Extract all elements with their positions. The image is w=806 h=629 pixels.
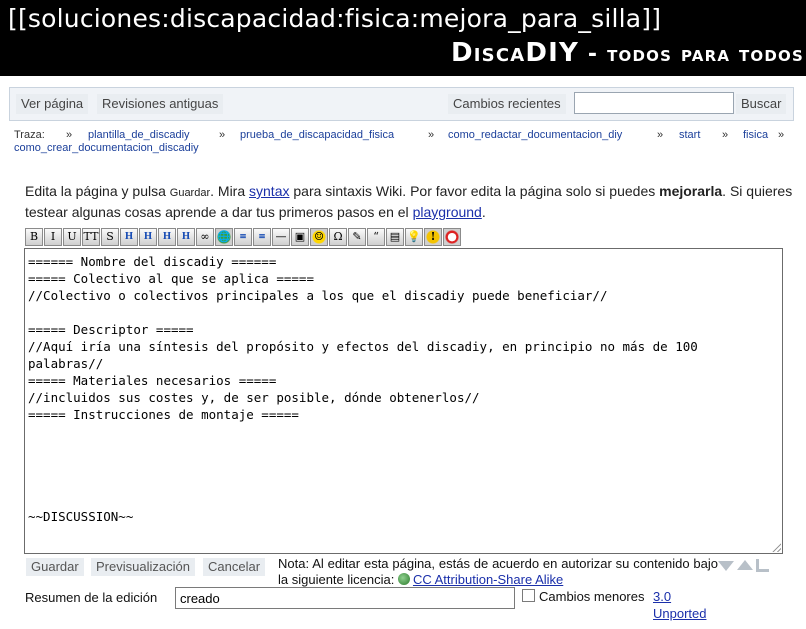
breadcrumb-item[interactable]: plantilla_de_discadiy: [88, 129, 190, 141]
search-button[interactable]: Buscar: [736, 94, 787, 114]
heading-lower-level-icon[interactable]: H: [139, 228, 157, 246]
edit-intro: Edita la página y pulsa Guardar. Mira sy…: [25, 182, 795, 222]
summary-label: Resumen de la edición: [25, 590, 158, 605]
special-chars-icon[interactable]: Ω: [329, 228, 347, 246]
intro-bold-text: mejorarla: [659, 183, 723, 199]
intro-save-keyword: Guardar: [169, 187, 211, 199]
breadcrumb-separator: »: [428, 129, 435, 141]
heading-same-level-icon[interactable]: H: [120, 228, 138, 246]
site-title[interactable]: DiscaDIY - todos para todos: [451, 36, 804, 72]
resize-handle-icon[interactable]: [772, 543, 781, 552]
site-title-main: DiscaDIY: [450, 38, 580, 68]
quote-icon[interactable]: “: [367, 228, 385, 246]
external-link-icon[interactable]: 🌐: [215, 228, 233, 246]
image-icon[interactable]: ▣: [291, 228, 309, 246]
license-note: Nota: Al editar esta página, estás de ac…: [278, 556, 718, 588]
intro-text: para sintaxis Wiki. Por favor edita la p…: [289, 183, 660, 199]
view-page-button[interactable]: Ver página: [16, 94, 89, 114]
tip-icon[interactable]: 💡: [405, 228, 423, 246]
textarea-size-controls: [718, 558, 772, 577]
edit-summary-input[interactable]: [175, 587, 515, 609]
cc-license-icon: [397, 573, 410, 585]
save-button[interactable]: Guardar: [26, 558, 84, 576]
minor-changes-label[interactable]: Cambios menores: [539, 589, 645, 604]
underline-icon[interactable]: U: [63, 228, 81, 246]
enlarge-textarea-icon[interactable]: [718, 561, 734, 571]
breadcrumb-separator: »: [722, 129, 729, 141]
breadcrumb-item[interactable]: prueba_de_discapacidad_fisica: [240, 129, 394, 141]
intro-text: Edita la página y pulsa: [25, 183, 170, 199]
breadcrumb-separator: »: [657, 129, 664, 141]
wiki-text-editor[interactable]: ====== Nombre del discadiy ====== ===== …: [24, 248, 783, 554]
preview-button[interactable]: Previsualización: [91, 558, 195, 576]
shrink-textarea-icon[interactable]: [737, 560, 753, 570]
license-link[interactable]: CC Attribution-Share Alike: [413, 572, 563, 587]
breadcrumb-separator: »: [219, 129, 226, 141]
breadcrumb-item[interactable]: fisica: [743, 129, 768, 141]
smiley-icon[interactable]: ☺: [310, 228, 328, 246]
old-revisions-button[interactable]: Revisiones antiguas: [97, 94, 224, 114]
horizontal-rule-icon[interactable]: —: [272, 228, 290, 246]
editor-content[interactable]: ====== Nombre del discadiy ====== ===== …: [28, 254, 705, 524]
action-bar: Ver página Revisiones antiguas Cambios r…: [9, 87, 794, 121]
signature-icon[interactable]: ✎: [348, 228, 366, 246]
toggle-wrap-icon[interactable]: [756, 559, 769, 572]
page-id-link[interactable]: [[soluciones:discapacidad:fisica:mejora_…: [8, 2, 661, 36]
breadcrumb-item[interactable]: start: [679, 129, 700, 141]
site-header: [[soluciones:discapacidad:fisica:mejora_…: [0, 0, 806, 76]
syntax-link[interactable]: syntax: [249, 183, 289, 199]
unordered-list-icon[interactable]: ≡: [253, 228, 271, 246]
cancel-button[interactable]: Cancelar: [203, 558, 266, 576]
code-icon[interactable]: ▤: [386, 228, 404, 246]
important-icon[interactable]: ●: [443, 228, 461, 246]
breadcrumb: Traza: » plantilla_de_discadiy » prueba_…: [14, 129, 800, 155]
ordered-list-icon[interactable]: ≡: [234, 228, 252, 246]
recent-changes-button[interactable]: Cambios recientes: [448, 94, 566, 114]
playground-link[interactable]: playground: [413, 204, 482, 220]
heading-higher-level-icon[interactable]: H: [158, 228, 176, 246]
breadcrumb-item[interactable]: como_redactar_documentacion_diy: [448, 129, 622, 141]
intro-text: . Mira: [210, 183, 250, 199]
breadcrumb-separator: »: [66, 129, 73, 141]
editor-toolbar: B I U TT S H H H H ∞ 🌐 ≡ ≡ — ▣ ☺ Ω ✎ “▤ 💡! ●: [25, 228, 462, 248]
internal-link-icon[interactable]: ∞: [196, 228, 214, 246]
site-title-tagline: - todos para todos: [579, 42, 804, 67]
strikethrough-icon[interactable]: S: [101, 228, 119, 246]
italic-icon[interactable]: I: [44, 228, 62, 246]
bold-icon[interactable]: B: [25, 228, 43, 246]
breadcrumb-item-current[interactable]: como_crear_documentacion_discadiy: [14, 142, 199, 154]
search-input[interactable]: [574, 92, 734, 114]
monospace-icon[interactable]: TT: [82, 228, 100, 246]
intro-text: .: [481, 204, 486, 220]
license-unported-link[interactable]: Unported: [653, 606, 706, 621]
breadcrumb-label: Traza:: [14, 129, 45, 141]
minor-changes-checkbox[interactable]: [522, 589, 535, 602]
warning-icon[interactable]: !: [424, 228, 442, 246]
breadcrumb-separator: »: [778, 129, 785, 141]
heading-select-icon[interactable]: H: [177, 228, 195, 246]
license-version-link[interactable]: 3.0: [653, 589, 671, 604]
